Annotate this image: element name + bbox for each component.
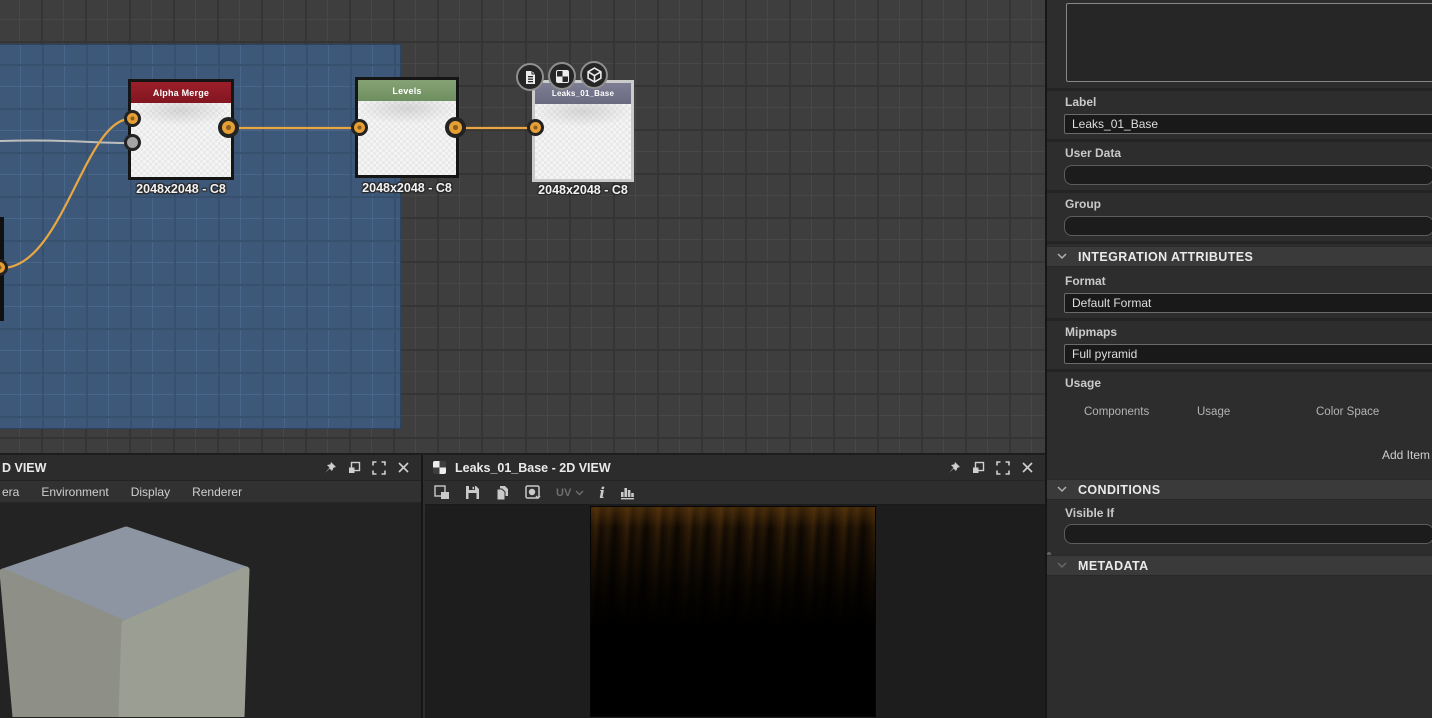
description-field[interactable] bbox=[1066, 3, 1432, 82]
3d-view-menubar: era Environment Display Renderer bbox=[0, 481, 421, 503]
add-item-button[interactable]: Add Item bbox=[1382, 448, 1430, 462]
3d-viewport[interactable] bbox=[0, 503, 421, 718]
close-icon[interactable] bbox=[1021, 461, 1034, 474]
node-leaks-01-base-title: Leaks_01_Base bbox=[535, 83, 631, 104]
document-icon bbox=[526, 70, 535, 84]
maximize-icon[interactable] bbox=[996, 460, 1010, 475]
mipmaps-heading: Mipmaps bbox=[1065, 325, 1118, 339]
usage-col-components: Components bbox=[1084, 406, 1150, 418]
copy-image-button[interactable] bbox=[495, 485, 510, 501]
separator bbox=[1047, 369, 1432, 372]
leaks-texture-preview bbox=[590, 506, 876, 717]
levels-output-port[interactable] bbox=[445, 117, 466, 138]
layers-icon bbox=[434, 485, 449, 499]
node-levels-thumbnail bbox=[358, 101, 456, 175]
2d-view-toolbar: UV i bbox=[425, 481, 1045, 505]
pin-icon[interactable] bbox=[323, 461, 337, 475]
section-metadata[interactable]: METADATA bbox=[1047, 555, 1432, 576]
dock-icon[interactable] bbox=[348, 461, 361, 474]
close-icon[interactable] bbox=[397, 461, 410, 474]
uv-label: UV bbox=[556, 486, 572, 499]
output-3d-badge[interactable] bbox=[580, 61, 608, 89]
group-input[interactable] bbox=[1064, 216, 1432, 236]
menu-environment[interactable]: Environment bbox=[30, 485, 119, 499]
node-graph-canvas[interactable]: Alpha Merge Levels Leaks_01_Base 2048x20… bbox=[0, 0, 1045, 455]
3d-view-header[interactable]: D VIEW bbox=[0, 455, 421, 481]
histogram-button[interactable] bbox=[620, 485, 636, 500]
node-alpha-merge-thumbnail bbox=[131, 103, 231, 177]
pin-icon[interactable] bbox=[947, 461, 961, 475]
copy-icon bbox=[496, 485, 508, 500]
node-alpha-merge-title: Alpha Merge bbox=[131, 82, 231, 103]
save-icon bbox=[466, 486, 479, 499]
panel-2d-view: Leaks_01_Base - 2D VIEW UV i bbox=[425, 455, 1045, 718]
section-title: CONDITIONS bbox=[1078, 482, 1161, 497]
menu-renderer[interactable]: Renderer bbox=[181, 485, 253, 499]
2d-viewport[interactable] bbox=[425, 505, 1045, 717]
alpha-merge-resolution: 2048x2048 - C8 bbox=[136, 182, 226, 196]
label-heading: Label bbox=[1065, 95, 1097, 109]
usage-col-usage: Usage bbox=[1197, 406, 1231, 418]
chevron-down-icon bbox=[1057, 562, 1067, 569]
label-input[interactable] bbox=[1064, 114, 1432, 134]
usage-col-color-space: Color Space bbox=[1316, 406, 1380, 418]
separator bbox=[1047, 318, 1432, 321]
menu-camera[interactable]: era bbox=[0, 485, 30, 499]
checker-icon bbox=[555, 69, 569, 83]
section-title: INTEGRATION ATTRIBUTES bbox=[1078, 249, 1254, 264]
menu-display[interactable]: Display bbox=[120, 485, 181, 499]
background-options-button[interactable] bbox=[525, 485, 541, 500]
section-conditions[interactable]: CONDITIONS bbox=[1047, 479, 1432, 500]
preview-cube bbox=[0, 526, 250, 718]
output-2d-badge[interactable] bbox=[548, 62, 576, 90]
cube-icon bbox=[586, 67, 602, 83]
alpha-merge-input-port[interactable] bbox=[124, 110, 141, 127]
leaks-resolution: 2048x2048 - C8 bbox=[538, 183, 628, 197]
format-dropdown[interactable]: Default Format bbox=[1064, 293, 1432, 313]
separator bbox=[1047, 241, 1432, 244]
group-heading: Group bbox=[1065, 197, 1101, 211]
substance-designer-window: Alpha Merge Levels Leaks_01_Base 2048x20… bbox=[0, 0, 1432, 718]
2d-view-header[interactable]: Leaks_01_Base - 2D VIEW bbox=[425, 455, 1045, 481]
node-levels-title: Levels bbox=[358, 80, 456, 101]
compare-views-button[interactable] bbox=[434, 485, 450, 500]
leaks-input-port[interactable] bbox=[527, 119, 544, 136]
chevron-down-icon bbox=[1057, 486, 1067, 493]
panel-3d-view: D VIEW era Environment Display Renderer bbox=[0, 455, 423, 718]
section-integration-attributes[interactable]: INTEGRATION ATTRIBUTES bbox=[1047, 246, 1432, 267]
chevron-down-icon bbox=[1057, 253, 1067, 260]
2d-view-checker-icon bbox=[433, 461, 446, 474]
separator bbox=[1047, 139, 1432, 142]
section-title: METADATA bbox=[1078, 558, 1149, 573]
chevron-down-icon bbox=[575, 490, 584, 495]
separator bbox=[1047, 88, 1432, 91]
separator bbox=[1047, 190, 1432, 193]
3d-view-title: D VIEW bbox=[2, 460, 47, 475]
levels-resolution: 2048x2048 - C8 bbox=[362, 181, 452, 195]
user-data-input[interactable] bbox=[1064, 165, 1432, 185]
save-image-button[interactable] bbox=[465, 485, 480, 500]
node-leaks-01-base[interactable]: Leaks_01_Base bbox=[532, 80, 634, 182]
format-heading: Format bbox=[1065, 274, 1106, 288]
visible-if-input[interactable] bbox=[1064, 524, 1432, 544]
user-data-heading: User Data bbox=[1065, 146, 1122, 160]
maximize-icon[interactable] bbox=[372, 460, 386, 475]
alpha-merge-output-port[interactable] bbox=[218, 117, 239, 138]
mipmaps-dropdown[interactable]: Full pyramid bbox=[1064, 344, 1432, 364]
image-settings-icon bbox=[525, 485, 541, 499]
information-button[interactable]: i bbox=[599, 484, 605, 502]
2d-view-title: Leaks_01_Base - 2D VIEW bbox=[455, 460, 611, 475]
attributes-panel: Label User Data Group INTEGRATION ATTRIB… bbox=[1045, 0, 1432, 718]
node-leaks-01-base-thumbnail bbox=[535, 104, 631, 179]
levels-input-port[interactable] bbox=[351, 119, 368, 136]
histogram-icon bbox=[620, 488, 634, 500]
usage-heading: Usage bbox=[1065, 376, 1102, 390]
dock-icon[interactable] bbox=[972, 461, 985, 474]
output-attributes-badge[interactable] bbox=[516, 63, 544, 91]
uv-mode-dropdown[interactable]: UV bbox=[556, 487, 584, 499]
alpha-merge-mask-port[interactable] bbox=[124, 134, 141, 151]
visible-if-heading: Visible If bbox=[1065, 506, 1115, 520]
node-levels[interactable]: Levels bbox=[355, 77, 459, 178]
